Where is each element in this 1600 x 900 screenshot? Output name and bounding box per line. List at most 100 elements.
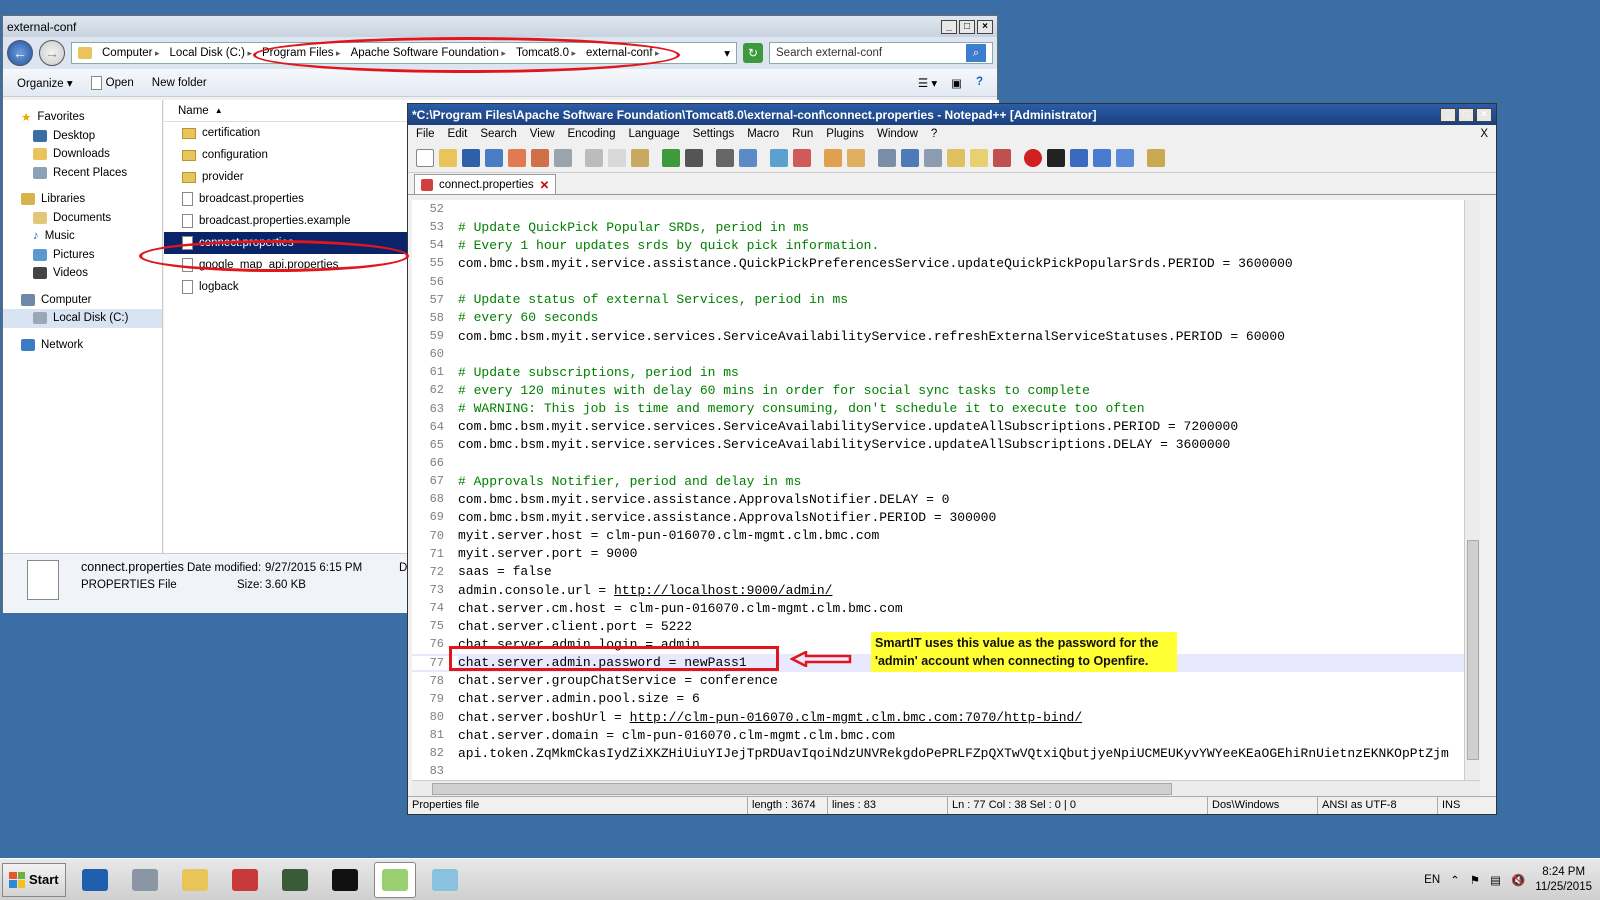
code-line[interactable]: 63 # WARNING: This job is time and memory… xyxy=(412,400,1480,418)
sync-v-icon[interactable] xyxy=(824,148,842,167)
close-file-icon[interactable] xyxy=(508,148,526,167)
save-icon[interactable] xyxy=(462,148,480,167)
code-line[interactable]: 79 chat.server.admin.pool.size = 6 xyxy=(412,690,1480,708)
function-list-icon[interactable] xyxy=(970,148,988,167)
search-input[interactable]: Search external-conf ⌕ xyxy=(769,42,993,64)
nav-music[interactable]: ♪ Music xyxy=(3,227,162,246)
paste-icon[interactable] xyxy=(631,148,649,167)
code-line[interactable]: 71 myit.server.port = 9000 xyxy=(412,545,1480,563)
code-line[interactable]: 52 xyxy=(412,200,1480,218)
nav-favorites[interactable]: ★ Favorites xyxy=(3,108,162,127)
menu-encoding[interactable]: Encoding xyxy=(568,128,616,140)
copy-icon[interactable] xyxy=(608,148,626,167)
url-link[interactable]: http://clm-pun-016070.clm-mgmt.clm.bmc.c… xyxy=(630,710,1082,725)
play-macro-icon[interactable] xyxy=(1070,148,1088,167)
code-line[interactable]: 53 # Update QuickPick Popular SRDs, perio… xyxy=(412,218,1480,236)
code-line[interactable]: 56 xyxy=(412,273,1480,291)
record-macro-icon[interactable] xyxy=(1024,148,1042,167)
refresh-icon[interactable]: ↻ xyxy=(743,43,763,63)
open-button[interactable]: Open xyxy=(90,75,134,90)
taskbar-monitor[interactable] xyxy=(274,862,316,898)
code-line[interactable]: 74 chat.server.cm.host = clm-pun-016070.c… xyxy=(412,599,1480,617)
nav-computer[interactable]: Computer xyxy=(3,291,162,310)
code-line[interactable]: 58 # every 60 seconds xyxy=(412,309,1480,327)
nav-recent-places[interactable]: Recent Places xyxy=(3,164,162,183)
menu-close-doc[interactable]: X xyxy=(1480,128,1488,140)
taskbar-explorer[interactable] xyxy=(174,862,216,898)
menu-view[interactable]: View xyxy=(530,128,555,140)
preview-pane-icon[interactable]: ▣ xyxy=(951,76,962,90)
menu-window[interactable]: Window xyxy=(877,128,918,140)
minimize-button[interactable]: _ xyxy=(941,19,957,34)
code-line[interactable]: 72 saas = false xyxy=(412,563,1480,581)
replace-icon[interactable] xyxy=(739,148,757,167)
nav-documents[interactable]: Documents xyxy=(3,209,162,228)
tab-connect-properties[interactable]: connect.properties ✕ xyxy=(414,174,557,194)
redo-icon[interactable] xyxy=(685,148,703,167)
code-line[interactable]: 67 # Approvals Notifier, period and delay… xyxy=(412,472,1480,490)
code-line[interactable]: 60 xyxy=(412,345,1480,363)
code-line[interactable]: 70 myit.server.host = clm-pun-016070.clm-… xyxy=(412,527,1480,545)
code-line[interactable]: 59 com.bmc.bsm.myit.service.services.Serv… xyxy=(412,327,1480,345)
find-icon[interactable] xyxy=(716,148,734,167)
scroll-thumb[interactable] xyxy=(432,783,1172,795)
code-line[interactable]: 78 chat.server.groupChatService = confere… xyxy=(412,672,1480,690)
folder-workspace-icon[interactable] xyxy=(993,148,1011,167)
volume-muted-icon[interactable]: 🔇 xyxy=(1511,873,1525,887)
menu-help[interactable]: ? xyxy=(931,128,937,140)
open-file-icon[interactable] xyxy=(439,148,457,167)
vertical-scrollbar[interactable] xyxy=(1464,200,1480,780)
tray-expand-icon[interactable]: ⌃ xyxy=(1450,873,1460,887)
taskbar-cmd[interactable] xyxy=(324,862,366,898)
notepad-titlebar[interactable]: *C:\Program Files\Apache Software Founda… xyxy=(408,104,1496,125)
save-macro-icon[interactable] xyxy=(1116,148,1134,167)
horizontal-scrollbar[interactable] xyxy=(412,780,1480,796)
taskbar-server-manager[interactable] xyxy=(124,862,166,898)
help-icon[interactable]: ? xyxy=(976,76,983,90)
view-options-icon[interactable]: ☰ ▾ xyxy=(918,76,937,90)
nav-libraries[interactable]: Libraries xyxy=(3,190,162,209)
code-line[interactable]: 55 com.bmc.bsm.myit.service.assistance.Qu… xyxy=(412,254,1480,272)
close-all-icon[interactable] xyxy=(531,148,549,167)
menu-file[interactable]: File xyxy=(416,128,435,140)
chevron-down-icon[interactable]: ▾ xyxy=(724,46,730,60)
new-file-icon[interactable] xyxy=(416,148,434,167)
run-macro-multiple-icon[interactable] xyxy=(1093,148,1111,167)
code-line[interactable]: 80 chat.server.boshUrl = http://clm-pun-0… xyxy=(412,708,1480,726)
code-line[interactable]: 68 com.bmc.bsm.myit.service.assistance.Ap… xyxy=(412,490,1480,508)
menu-edit[interactable]: Edit xyxy=(448,128,468,140)
explorer-titlebar[interactable]: external-conf _ □ × xyxy=(3,16,997,37)
new-folder-button[interactable]: New folder xyxy=(152,77,207,89)
print-icon[interactable] xyxy=(554,148,572,167)
close-button[interactable]: × xyxy=(1476,107,1492,122)
start-button[interactable]: Start xyxy=(2,862,66,897)
nav-videos[interactable]: Videos xyxy=(3,264,162,283)
nav-desktop[interactable]: Desktop xyxy=(3,127,162,146)
forward-button[interactable]: → xyxy=(39,40,65,66)
search-icon[interactable]: ⌕ xyxy=(966,44,986,62)
taskbar-powershell[interactable] xyxy=(74,862,116,898)
code-line[interactable]: 82 api.token.ZqMkmCkasIydZiXKZHiUiuYIJejT… xyxy=(412,744,1480,762)
language-indicator[interactable]: EN xyxy=(1424,874,1440,886)
menu-settings[interactable]: Settings xyxy=(693,128,735,140)
wrap-icon[interactable] xyxy=(878,148,896,167)
code-line[interactable]: 57 # Update status of external Services, … xyxy=(412,291,1480,309)
code-line[interactable]: 83 xyxy=(412,762,1480,780)
close-button[interactable]: × xyxy=(977,19,993,34)
sync-h-icon[interactable] xyxy=(847,148,865,167)
menu-language[interactable]: Language xyxy=(628,128,679,140)
menu-macro[interactable]: Macro xyxy=(747,128,779,140)
maximize-button[interactable]: □ xyxy=(959,19,975,34)
plugin-icon[interactable] xyxy=(1147,148,1165,167)
clock[interactable]: 8:24 PM 11/25/2015 xyxy=(1535,865,1592,895)
network-tray-icon[interactable]: ▤ xyxy=(1490,873,1501,887)
nav-network[interactable]: Network xyxy=(3,336,162,355)
doc-map-icon[interactable] xyxy=(947,148,965,167)
scroll-thumb[interactable] xyxy=(1467,540,1479,760)
zoom-in-icon[interactable] xyxy=(770,148,788,167)
zoom-out-icon[interactable] xyxy=(793,148,811,167)
cut-icon[interactable] xyxy=(585,148,603,167)
flag-icon[interactable]: ⚑ xyxy=(1470,873,1480,887)
code-line[interactable]: 66 xyxy=(412,454,1480,472)
code-line[interactable]: 54 # Every 1 hour updates srds by quick p… xyxy=(412,236,1480,254)
